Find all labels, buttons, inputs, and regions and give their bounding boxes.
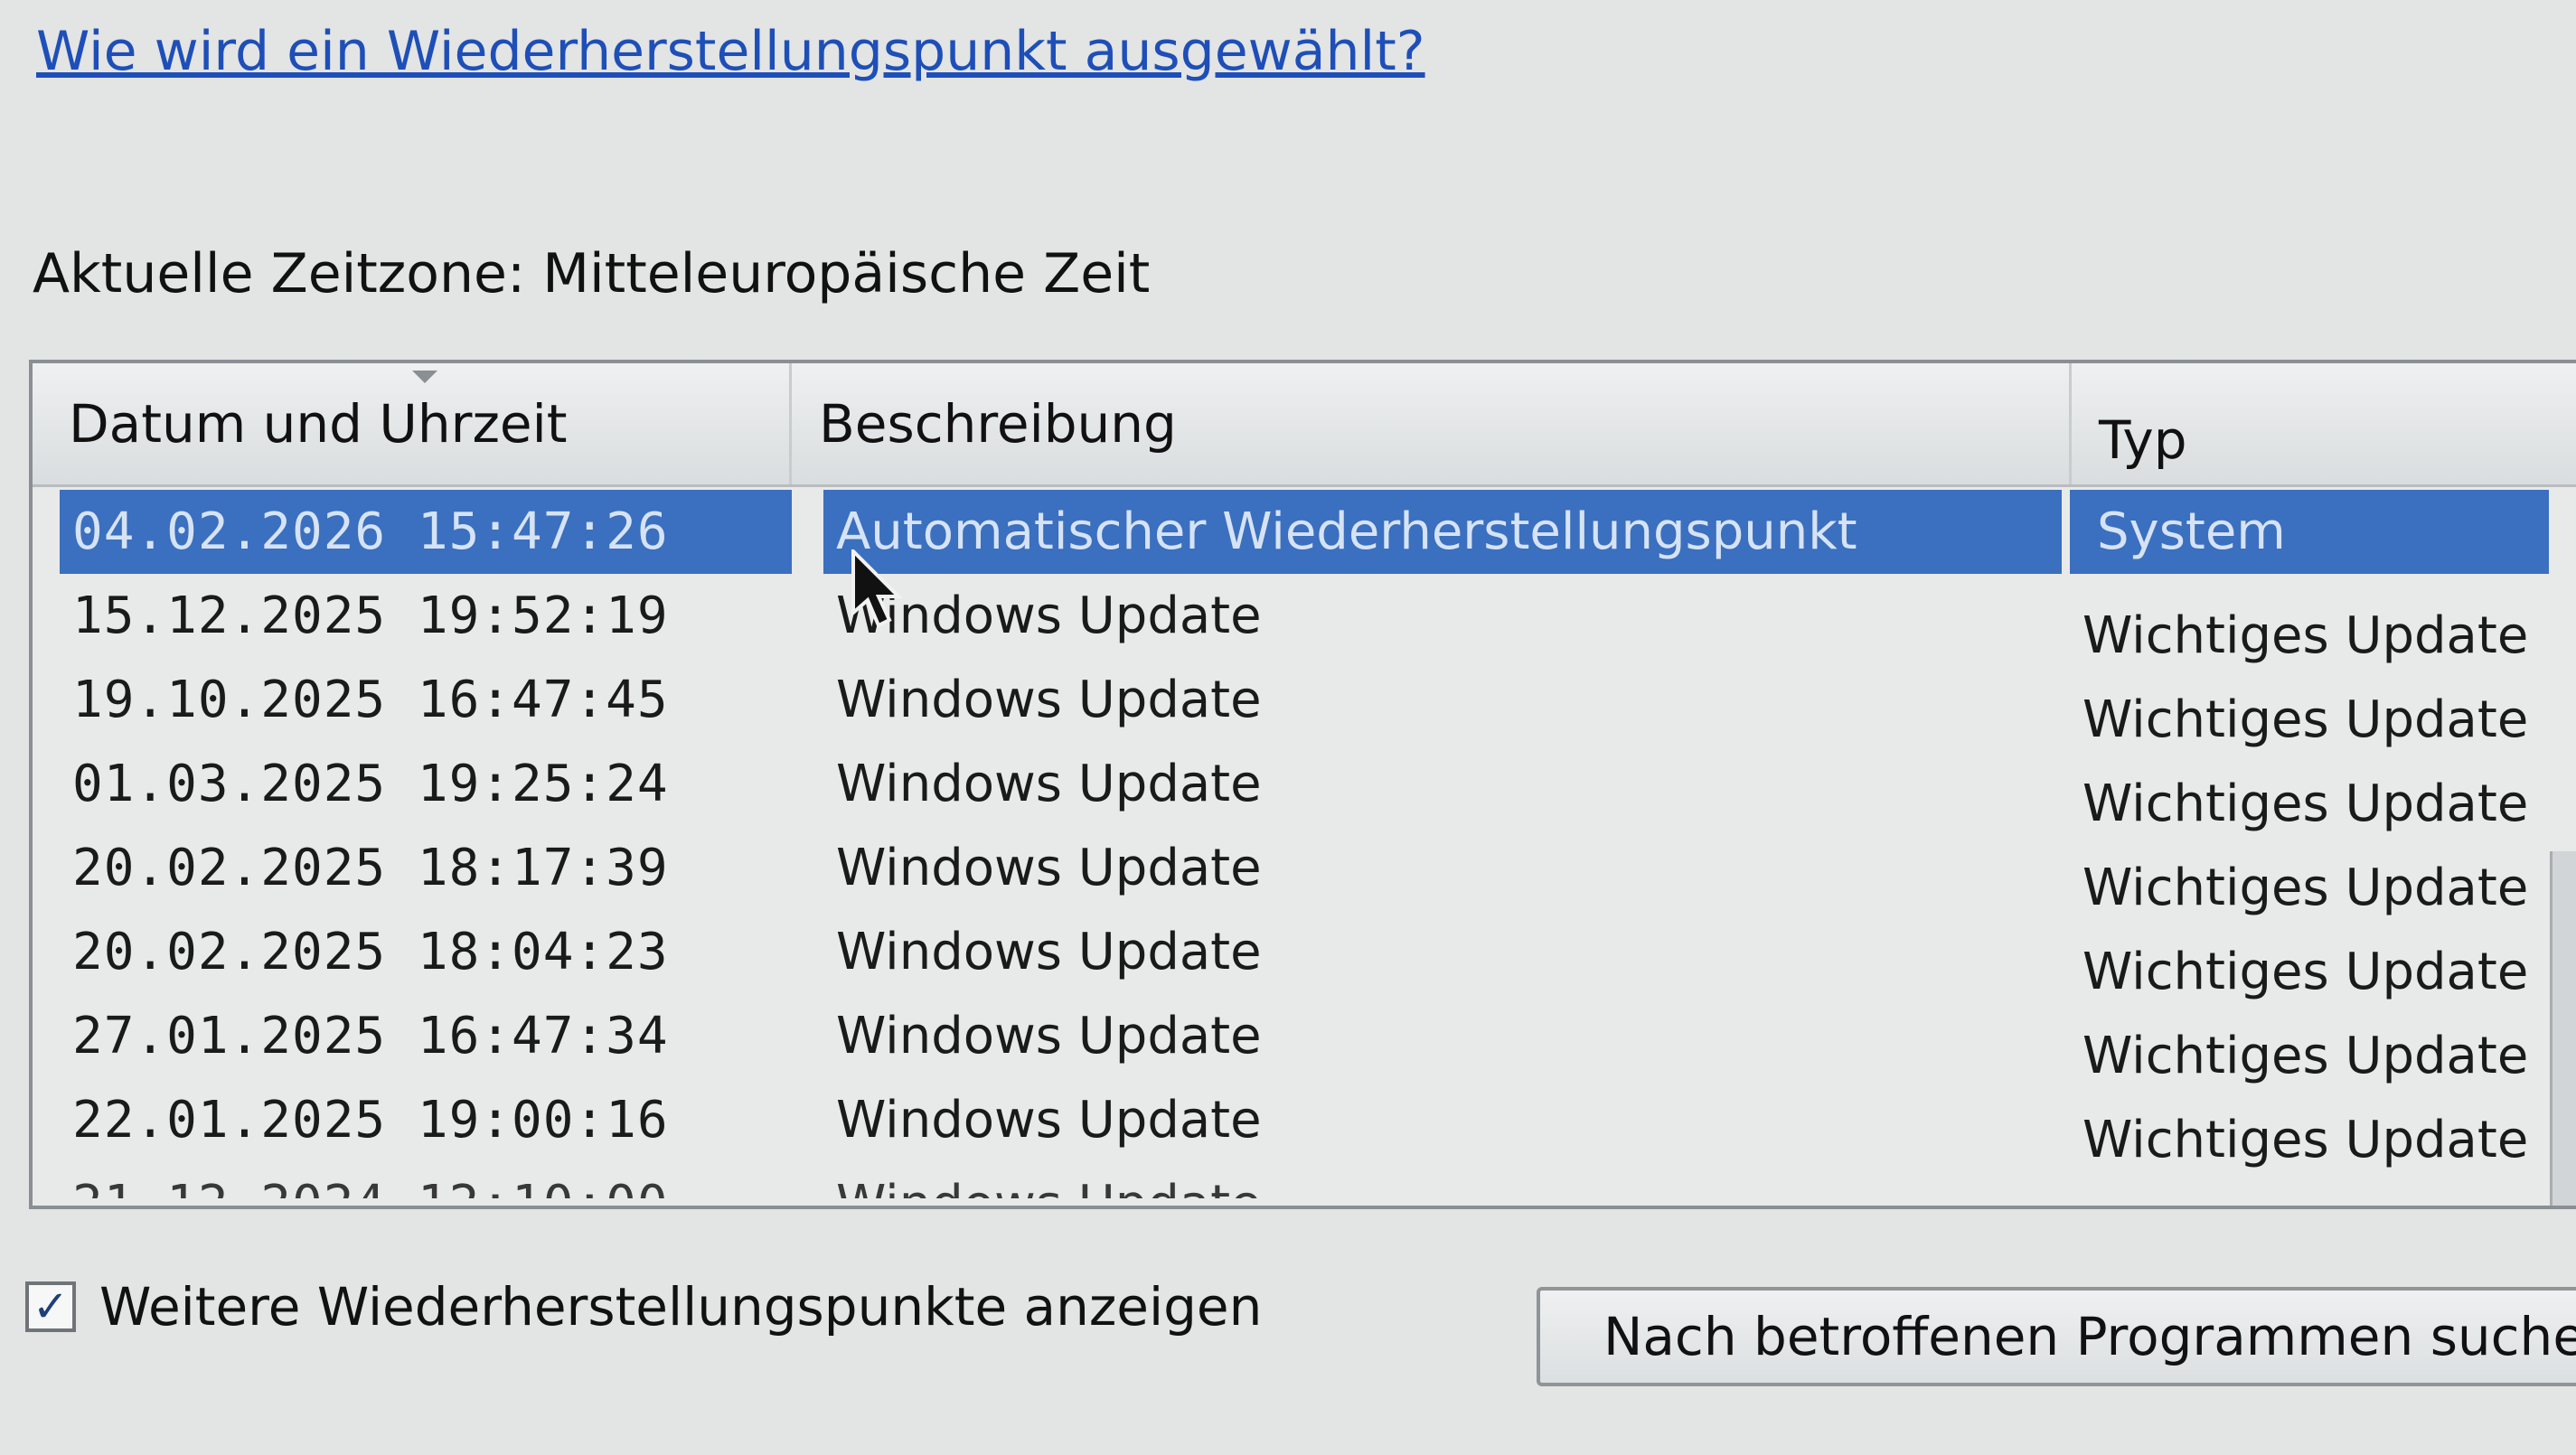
row-date: 20.02.2025 18:17:39 <box>72 839 669 897</box>
table-row[interactable]: 01.03.2025 19:25:24 Windows Update Wicht… <box>60 742 2572 833</box>
checkmark-icon[interactable]: ✓ <box>25 1281 76 1332</box>
row-type: Wichtiges Update <box>2082 859 2529 917</box>
list-scrollbar[interactable] <box>2550 851 2576 1206</box>
row-type: Wichtiges Update <box>2082 1111 2529 1169</box>
row-type: Wichtiges Update <box>2082 774 2529 833</box>
table-row[interactable]: 19.10.2025 16:47:45 Windows Update Wicht… <box>60 658 2572 749</box>
row-date: 04.02.2026 15:47:26 <box>60 490 792 574</box>
row-type: Wichtiges Update <box>2082 606 2529 665</box>
help-link[interactable]: Wie wird ein Wiederherstellungspunkt aus… <box>36 20 1425 83</box>
timezone-label: Aktuelle Zeitzone: Mitteleuropäische Zei… <box>33 242 1151 305</box>
row-date: 27.01.2025 16:47:34 <box>72 1007 669 1065</box>
table-row[interactable]: 20.02.2025 18:04:23 Windows Update Wicht… <box>60 910 2572 1001</box>
restore-points-list[interactable]: Datum und Uhrzeit Beschreibung Typ 04.02… <box>29 360 2576 1209</box>
row-date: 21.12.2024 12:10:00 <box>60 1162 792 1198</box>
column-header-date[interactable]: Datum und Uhrzeit <box>33 363 792 484</box>
row-date: 22.01.2025 19:00:16 <box>72 1091 669 1150</box>
row-date: 20.02.2025 18:04:23 <box>72 923 669 981</box>
row-description: Windows Update <box>836 1007 1262 1065</box>
row-type: System <box>2070 490 2549 574</box>
row-description: Windows Update <box>836 923 1262 981</box>
row-description: Windows Update <box>836 839 1262 897</box>
row-type: Wichtiges Update <box>2082 690 2529 749</box>
row-description: Windows Update <box>823 1162 2062 1198</box>
table-row[interactable]: 22.01.2025 19:00:16 Windows Update Wicht… <box>60 1078 2572 1169</box>
table-row[interactable]: 20.02.2025 18:17:39 Windows Update Wicht… <box>60 826 2572 917</box>
column-header-type[interactable]: Typ <box>2072 363 2576 484</box>
column-header-description[interactable]: Beschreibung <box>792 363 2072 484</box>
row-type: Wichtiges Update <box>2082 943 2529 1001</box>
row-description: Automatischer Wiederherstellungspunkt <box>823 490 2062 574</box>
row-date: 01.03.2025 19:25:24 <box>72 755 669 813</box>
row-date: 19.10.2025 16:47:45 <box>72 671 669 729</box>
row-description: Windows Update <box>836 671 1262 729</box>
row-description: Windows Update <box>836 755 1262 813</box>
table-row[interactable]: 27.01.2025 16:47:34 Windows Update Wicht… <box>60 994 2572 1085</box>
list-header: Datum und Uhrzeit Beschreibung Typ <box>33 363 2576 487</box>
row-description: Windows Update <box>836 1091 1262 1150</box>
row-description: Windows Update <box>836 587 1262 645</box>
table-row-partial[interactable]: 21.12.2024 12:10:00 Windows Update Wicht… <box>60 1162 2572 1198</box>
table-row[interactable]: 15.12.2025 19:52:19 Windows Update Wicht… <box>60 574 2572 665</box>
row-type: Wichtiges Update <box>2082 1027 2529 1085</box>
row-type: Wichtiges Update <box>2070 1162 2549 1198</box>
scan-affected-programs-button[interactable]: Nach betroffenen Programmen suchen <box>1537 1287 2576 1386</box>
mouse-pointer-icon <box>851 549 903 628</box>
row-date: 15.12.2025 19:52:19 <box>72 587 669 645</box>
checkbox-label: Weitere Wiederherstellungspunkte anzeige… <box>99 1276 1263 1338</box>
table-row-selected[interactable]: 04.02.2026 15:47:26 Automatischer Wieder… <box>60 490 2572 574</box>
show-more-restore-points-checkbox[interactable]: ✓ Weitere Wiederherstellungspunkte anzei… <box>25 1276 1262 1338</box>
list-rows: 04.02.2026 15:47:26 Automatischer Wieder… <box>60 490 2572 1198</box>
